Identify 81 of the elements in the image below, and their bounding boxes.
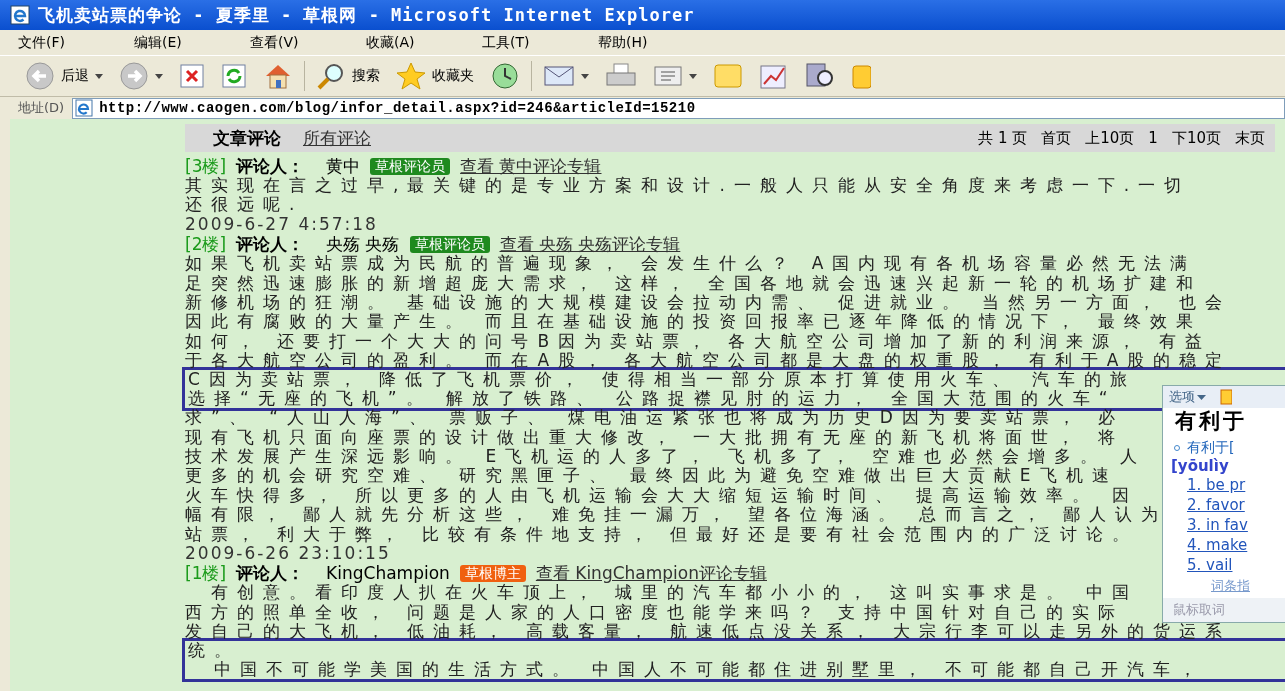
comment-text-line: 统。 (188, 640, 240, 660)
section-title: 文章评论 (213, 126, 281, 150)
folder-icon (851, 62, 871, 90)
magnifier-book-icon (805, 62, 835, 90)
menu-item[interactable]: 文件(F) (18, 33, 134, 52)
comment-timestamp: 2009-6-26 23:10:15 (185, 544, 391, 564)
document-icon (653, 65, 683, 87)
note-icon (713, 63, 743, 89)
comment-text-line: 因此有腐败的大量产生。 而且在基础设施的投资回报率已逐年降低的情况下， 最终效果 (185, 312, 1202, 332)
comment-text-line: 站票， 利大于弊， 比较有条件地支持， 但最好还是要有社会范围内的广泛讨论。 (185, 524, 1139, 545)
printer-icon (605, 63, 637, 89)
comment-text-line: 西方的照单全收， 问题是人家的人口密度也能学来吗？ 支持中国针对自己的实际 (185, 602, 1124, 622)
menu-item[interactable]: 工具(T) (482, 33, 598, 52)
comment-text-line: 选择“无座的飞机”。 解放了铁路、 公路捉襟见肘的运力， 全国大范围的火车“ (188, 388, 1117, 409)
pagination-link[interactable]: 上10页 (1085, 128, 1135, 148)
comment-text-line: 求”、 “人山人海”、 票贩子、 煤电油运紧张也将成为历史D因为要卖站票， 必 (185, 408, 1125, 428)
window-title: 飞机卖站票的争论 - 夏季里 - 草根网 - Microsoft Internet Explorer (38, 3, 695, 27)
refresh-icon (221, 63, 247, 89)
pagination-link[interactable]: 首页 (1041, 128, 1072, 148)
page-icon (75, 99, 94, 117)
comment-text-line: 现有飞机只面向座票的设计做出重大修改， 一大批拥有无座的新飞机将面世， 将 (185, 427, 1124, 448)
menu-item[interactable]: 编辑(E) (134, 33, 250, 52)
menu-item[interactable]: 帮助(H) (598, 33, 714, 52)
book-icon (1220, 389, 1232, 405)
search-icon (316, 62, 346, 90)
star-icon (396, 62, 426, 90)
commenter-label: 评论人： (236, 232, 305, 255)
commenter-label: 评论人： (236, 561, 305, 584)
commenter-name: KingChampion (326, 563, 450, 584)
comment-text-line: C因为卖站票， 降低了飞机票价， 使得相当一部分原本打算使用火车、 汽车的旅 (188, 369, 1137, 389)
comment-text-line: 还很远呢. (185, 195, 304, 215)
comment-collection-link[interactable]: 查看 KingChampion评论专辑 (535, 561, 767, 585)
commenter-name: 黄中 (326, 154, 361, 176)
clock-icon (490, 62, 520, 90)
pagination-link[interactable]: 下10页 (1171, 128, 1221, 148)
menu-item[interactable]: 查看(V) (250, 33, 366, 52)
comment-timestamp: 2009-6-27 4:57:18 (185, 214, 378, 235)
envelope-icon (543, 64, 575, 88)
comment-collection-link[interactable]: 查看 黄中评论专辑 (460, 154, 602, 178)
address-label: 地址(D) (18, 99, 65, 117)
comment-text-line: 足突然迅速膨胀的新增超庞大需求， 这样， 全国各地就会迅速兴起新一轮的机场扩建和 (185, 273, 1202, 293)
comment-text-line: 更多的机会研究空难、 研究黑匣子、 最终因此为避免空难做出巨大贡献E飞机速 (185, 466, 1118, 486)
role-tag: 草根评论员 (370, 157, 451, 175)
all-comments-link[interactable]: 所有评论 (303, 126, 371, 150)
bullet-icon (1173, 444, 1181, 452)
comment-text-line: 新修机场的狂潮。 基础设施的大规模建设会拉动内需、 促进就业。 当然另一方面， 也会 (185, 292, 1231, 312)
comment-text-line: 中国不可能学美国的生活方式。 中国人不可能都住进别墅里， 不可能都自己开汽车， (213, 660, 1205, 680)
menu-item[interactable]: 收藏(A) (366, 33, 482, 52)
commenter-name: 央殇 央殇 (326, 232, 400, 255)
popup-footer: 鼠标取词 (1163, 598, 1285, 622)
comment-text-line: 发自己的大飞机， 低油耗， 高载客量， 航速低点没关系， 大宗行李可以走另外的货运系 (185, 622, 1231, 642)
comment-text-line: 如何， 还要打一个大大的问号B因为卖站票， 各大航空公司增加了新的利润来源， 有益 (185, 331, 1211, 351)
toolbar-button[interactable]: 搜索 (311, 60, 385, 92)
comment-text-line: 如果飞机卖站票成为民航的普遍现象， 会发生什么？ A国内现有各机场容量必然无法满 (185, 254, 1197, 274)
toolbar-button[interactable]: 后退 (20, 59, 108, 93)
toolbar-button[interactable]: 收藏夹 (391, 60, 479, 92)
address-field[interactable]: http://www.caogen.com/blog/infor_detail.aspx?id=246&articleId=15210 (72, 97, 1285, 119)
stop-icon (179, 63, 205, 89)
floor-number: [2楼] (185, 232, 227, 255)
translation-link[interactable]: 5. vail (1163, 555, 1285, 575)
pagination-link[interactable]: 1 (1148, 128, 1158, 148)
floor-number: [3楼] (185, 154, 227, 177)
comment-text-line: 火车快得多， 所以更多的人由飞机运输会大大缩短运输时间、 提高运输效率。 因 (185, 485, 1139, 505)
floor-number: [1楼] (185, 561, 227, 584)
comment-text-line: 有创意。看印度人扒在火车顶上， 城里的汽车都小小的， 这叫实事求是。 中国 (210, 583, 1139, 603)
chart-icon (759, 62, 789, 90)
pinyin: [yōulìy (1170, 457, 1230, 475)
translation-link[interactable]: 1. be pr (1163, 475, 1285, 495)
browser-icon (10, 5, 30, 25)
comment-text-line: 于各大航空公司的盈利。 而在A股， 各大航空公司都是大盘的权重股， 有利于A股的稳定 (185, 351, 1232, 371)
page-count: 共 1 页 (978, 128, 1028, 148)
comment-text-line: 技术发展产生深远影响。 E飞机运的人多了， 飞机多了， 空难也必然会增多。 人 (185, 447, 1147, 467)
commenter-label: 评论人： (236, 154, 305, 176)
dropdown-arrow-icon (1197, 394, 1206, 400)
translation-link[interactable]: 4. make (1163, 535, 1285, 555)
role-tag: 草根博主 (459, 564, 526, 582)
dictionary-entry: 有利于[ (1187, 439, 1235, 457)
comment-text-line: 其实现在言之过早,最关键的是专业方案和设计.一般人只能从安全角度来考虑一下.一切 (185, 176, 1191, 196)
dictionary-headword: 有利于 (1174, 408, 1248, 434)
role-tag: 草根评论员 (409, 235, 490, 253)
pagination-link[interactable]: 末页 (1235, 128, 1265, 148)
